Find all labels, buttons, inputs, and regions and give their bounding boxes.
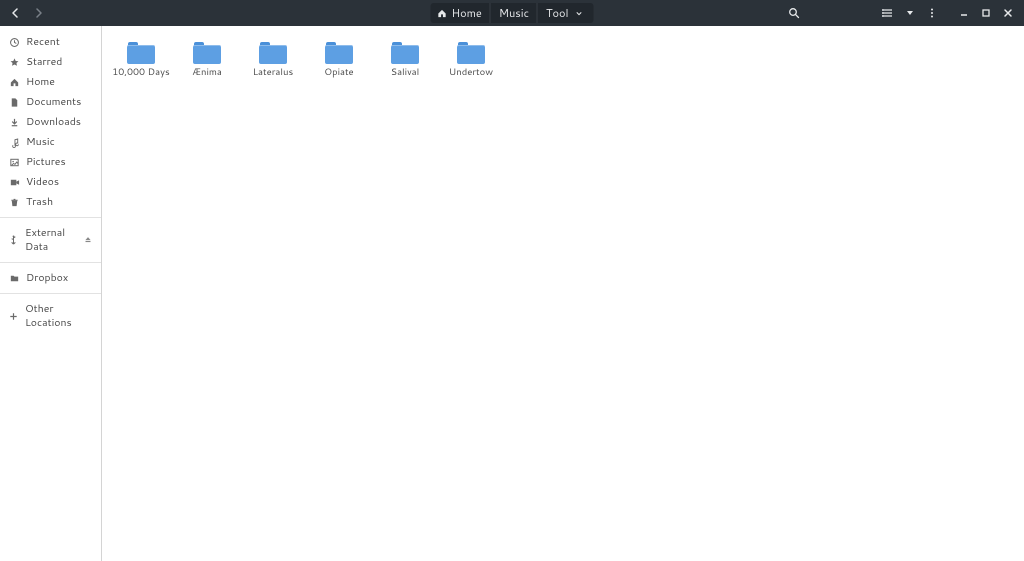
sidebar-item-trash[interactable]: Trash [0,192,101,212]
folder-item[interactable]: 10,000 Days [108,38,174,83]
sidebar-item-starred[interactable]: Starred [0,52,101,72]
video-icon [8,176,20,188]
usb-icon [8,234,19,246]
home-icon [437,8,448,19]
sidebar-item-label: Recent [26,35,60,49]
sidebar-item-dropbox[interactable]: Dropbox [0,268,101,288]
breadcrumb-label: Tool [546,5,569,21]
folder-icon [457,42,485,64]
sidebar-item-documents[interactable]: Documents [0,92,101,112]
trash-icon [8,196,20,208]
folder-label: Lateralus [253,68,293,79]
sidebar-item-label: Trash [26,195,53,209]
breadcrumb-label: Music [499,5,529,21]
path-bar: Home Music Tool [431,3,594,23]
search-button[interactable] [784,3,804,23]
folder-icon [8,272,20,284]
sidebar-item-label: Music [26,135,55,149]
sidebar-item-label: Documents [26,95,81,109]
forward-button[interactable] [28,3,48,23]
sidebar-item-label: Downloads [26,115,81,129]
sidebar-item-recent[interactable]: Recent [0,32,101,52]
file-view[interactable]: 10,000 Days Ænima Lateralus Opiate Salival Un… [102,26,1024,561]
folder-icon [193,42,221,64]
folder-item[interactable]: Salival [372,38,438,83]
sidebar-item-label: Pictures [26,155,66,169]
hamburger-menu-button[interactable] [922,3,942,23]
view-list-button[interactable] [878,3,898,23]
star-icon [8,56,20,68]
download-icon [8,116,20,128]
header-actions [784,3,1018,23]
sidebar-item-label: Starred [26,55,62,69]
folder-icon [391,42,419,64]
sidebar-item-home[interactable]: Home [0,72,101,92]
sidebar-item-other-locations[interactable]: Other Locations [0,299,101,333]
window-minimize-button[interactable] [954,3,974,23]
folder-icon [325,42,353,64]
folder-label: Salival [391,68,420,79]
sidebar-item-external-data[interactable]: External Data [0,223,101,257]
breadcrumb-label: Home [452,5,482,21]
sidebar-item-label: External Data [25,226,77,254]
sidebar-item-videos[interactable]: Videos [0,172,101,192]
folder-label: Undertow [449,68,493,79]
home-icon [8,76,20,88]
icon-grid: 10,000 Days Ænima Lateralus Opiate Salival Un… [108,38,1018,83]
plus-icon [8,310,19,322]
view-dropdown-button[interactable] [900,3,920,23]
doc-icon [8,96,20,108]
folder-item[interactable]: Undertow [438,38,504,83]
nav-buttons [6,3,48,23]
window-maximize-button[interactable] [976,3,996,23]
sidebar-item-label: Home [26,75,55,89]
breadcrumb-segment[interactable]: Tool [537,3,592,23]
folder-label: 10,000 Days [112,68,169,79]
headerbar: Home Music Tool [0,0,1024,26]
folder-item[interactable]: Lateralus [240,38,306,83]
file-manager-window: Recent Starred Home Documents Downloads Music… [0,26,1024,561]
places-sidebar: Recent Starred Home Documents Downloads Music… [0,26,102,561]
chevron-down-icon [574,9,583,18]
picture-icon [8,156,20,168]
folder-icon [259,42,287,64]
music-icon [8,136,20,148]
folder-label: Ænima [192,68,222,79]
breadcrumb: Home Music Tool [431,3,594,23]
sidebar-item-pictures[interactable]: Pictures [0,152,101,172]
back-button[interactable] [6,3,26,23]
breadcrumb-segment[interactable]: Music [490,3,537,23]
folder-item[interactable]: Opiate [306,38,372,83]
folder-label: Opiate [324,68,353,79]
sidebar-item-downloads[interactable]: Downloads [0,112,101,132]
eject-icon[interactable] [83,235,93,245]
clock-icon [8,36,20,48]
window-close-button[interactable] [998,3,1018,23]
sidebar-item-music[interactable]: Music [0,132,101,152]
breadcrumb-segment[interactable]: Home [433,3,490,23]
sidebar-item-label: Other Locations [25,302,93,330]
sidebar-item-label: Dropbox [26,271,68,285]
folder-item[interactable]: Ænima [174,38,240,83]
sidebar-item-label: Videos [26,175,59,189]
folder-icon [127,42,155,64]
